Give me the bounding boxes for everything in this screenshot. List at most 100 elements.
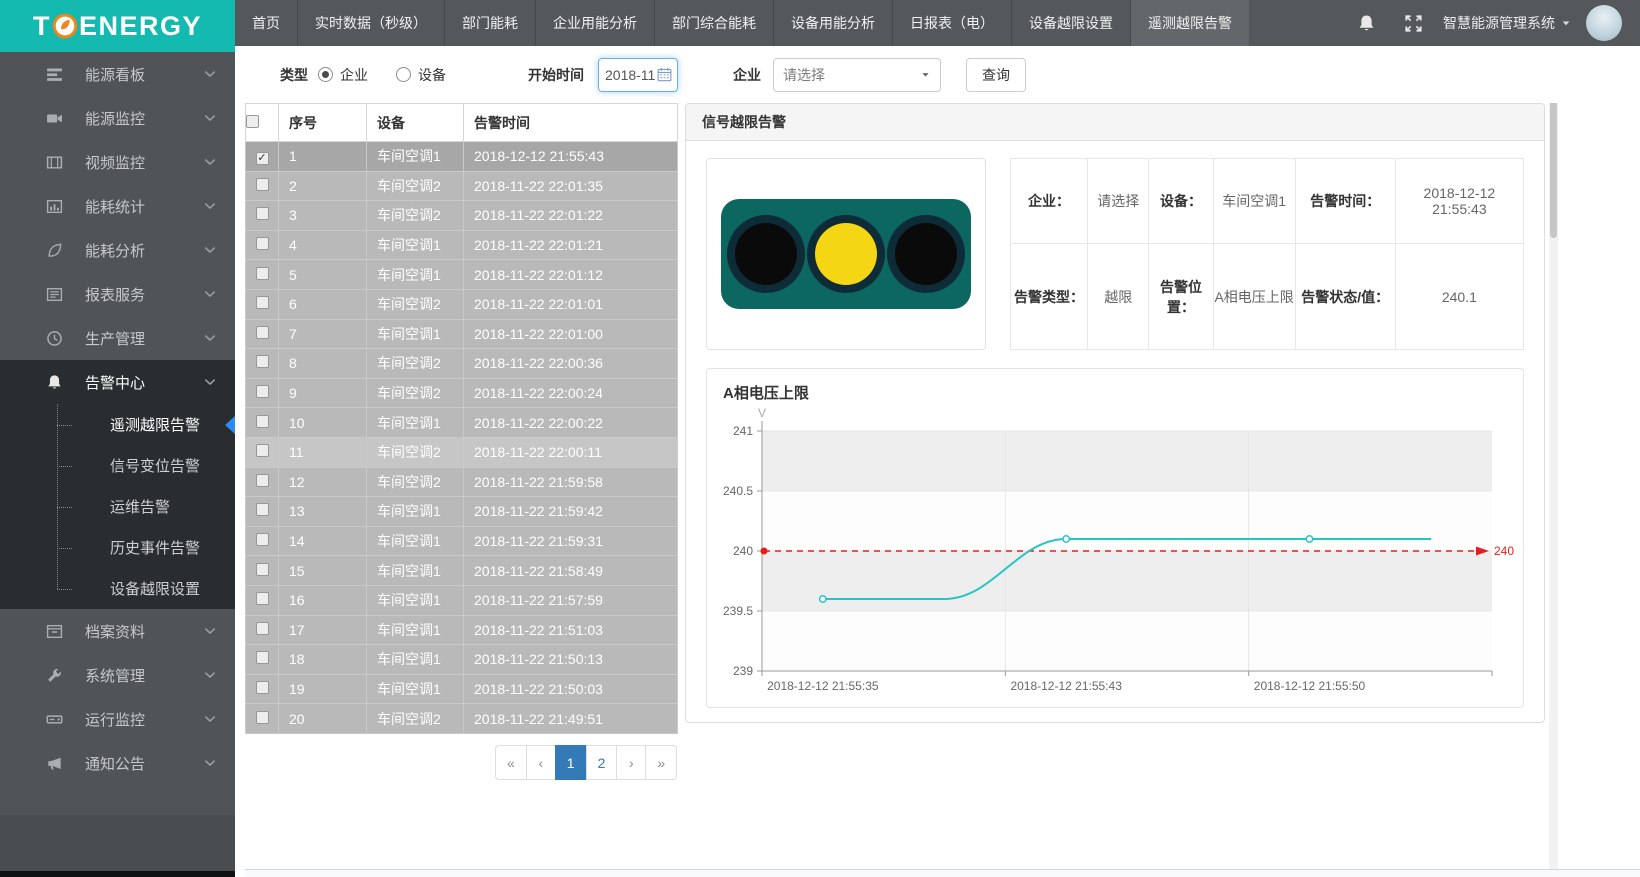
top-nav-item[interactable]: 部门能耗: [445, 0, 536, 46]
sidebar-item-label: 能源监控: [85, 108, 145, 129]
table-row[interactable]: 3车间空调22018-11-22 22:01:22: [246, 201, 678, 231]
pagination-page[interactable]: 2: [586, 745, 618, 780]
sidebar-item[interactable]: 运行监控: [0, 697, 235, 741]
sidebar-subitem[interactable]: 运维告警: [0, 486, 235, 527]
sidebar-item[interactable]: 能耗分析: [0, 228, 235, 272]
sidebar-subitem[interactable]: 历史事件告警: [0, 527, 235, 568]
sidebar-item[interactable]: 能源看板: [0, 52, 235, 96]
table-row[interactable]: 8车间空调22018-11-22 22:00:36: [246, 349, 678, 379]
row-checkbox[interactable]: [256, 651, 269, 664]
sidebar-item[interactable]: 报表服务: [0, 272, 235, 316]
table-row[interactable]: 15车间空调12018-11-22 21:58:49: [246, 556, 678, 586]
table-row[interactable]: 10车间空调12018-11-22 22:00:22: [246, 408, 678, 438]
sidebar-item[interactable]: 生产管理: [0, 316, 235, 360]
top-nav-item[interactable]: 遥测越限告警: [1131, 0, 1250, 46]
panel-title: 信号越限告警: [686, 104, 1544, 141]
row-checkbox[interactable]: [256, 533, 269, 546]
row-checkbox[interactable]: ✓: [256, 152, 269, 165]
type-radio-enterprise[interactable]: 企业: [318, 65, 368, 85]
enterprise-select[interactable]: 请选择: [773, 58, 941, 92]
sidebar-subitem[interactable]: 遥测越限告警: [0, 404, 235, 445]
table-row[interactable]: 12车间空调22018-11-22 21:59:58: [246, 467, 678, 497]
row-checkbox[interactable]: [256, 592, 269, 605]
row-checkbox[interactable]: [256, 355, 269, 368]
cell-time: 2018-11-22 22:01:00: [464, 319, 678, 349]
table-row[interactable]: 14车间空调12018-11-22 21:59:31: [246, 526, 678, 556]
sidebar-subitem[interactable]: 设备越限设置: [0, 568, 235, 609]
system-menu[interactable]: 智慧能源管理系统: [1443, 13, 1572, 33]
horizontal-scrollbar[interactable]: [245, 869, 1640, 877]
table-row[interactable]: 19车间空调12018-11-22 21:50:03: [246, 674, 678, 704]
pagination-arrow[interactable]: »: [645, 745, 677, 780]
top-nav-item[interactable]: 日报表（电）: [893, 0, 1012, 46]
table-row[interactable]: 13车间空调12018-11-22 21:59:42: [246, 497, 678, 527]
table-row[interactable]: 18车间空调12018-11-22 21:50:13: [246, 645, 678, 675]
avatar[interactable]: [1586, 5, 1622, 41]
top-nav-item[interactable]: 企业用能分析: [536, 0, 655, 46]
sidebar-item[interactable]: 告警中心: [0, 360, 235, 404]
top-nav-item[interactable]: 设备用能分析: [774, 0, 893, 46]
row-checkbox[interactable]: [256, 711, 269, 724]
fullscreen-icon[interactable]: [1404, 14, 1423, 33]
alarm-table: 序号 设备 告警时间 ✓1车间空调12018-12-12 21:55:432车间…: [245, 103, 678, 734]
row-checkbox[interactable]: [256, 474, 269, 487]
top-nav-item[interactable]: 设备越限设置: [1012, 0, 1131, 46]
top-nav-item[interactable]: 实时数据（秒级）: [298, 0, 445, 46]
row-checkbox[interactable]: [256, 237, 269, 250]
select-all-checkbox[interactable]: [246, 115, 259, 128]
sidebar-item[interactable]: 视频监控: [0, 140, 235, 184]
row-checkbox[interactable]: [256, 622, 269, 635]
sidebar-item[interactable]: 能耗统计: [0, 184, 235, 228]
vertical-scrollbar[interactable]: [1549, 46, 1558, 869]
table-header-row: 序号 设备 告警时间: [246, 104, 678, 142]
table-row[interactable]: 16车间空调12018-11-22 21:57:59: [246, 585, 678, 615]
row-checkbox[interactable]: [256, 267, 269, 280]
table-row[interactable]: 17车间空调12018-11-22 21:51:03: [246, 615, 678, 645]
sidebar-item[interactable]: 通知公告: [0, 741, 235, 785]
chevron-down-icon: [203, 243, 217, 257]
row-checkbox[interactable]: [256, 681, 269, 694]
row-checkbox[interactable]: [256, 503, 269, 516]
row-checkbox[interactable]: [256, 415, 269, 428]
calendar-icon[interactable]: [657, 67, 672, 82]
row-checkbox[interactable]: [256, 178, 269, 191]
table-row[interactable]: 6车间空调22018-11-22 22:01:01: [246, 289, 678, 319]
row-checkbox[interactable]: [256, 296, 269, 309]
row-checkbox[interactable]: [256, 444, 269, 457]
start-time-input[interactable]: [605, 67, 657, 83]
row-checkbox[interactable]: [256, 326, 269, 339]
table-row[interactable]: 5车间空调12018-11-22 22:01:12: [246, 260, 678, 290]
top-nav-item[interactable]: 首页: [235, 0, 298, 46]
sidebar-bottom-strip: [0, 871, 235, 877]
sidebar-item-label: 告警中心: [85, 372, 145, 393]
sidebar-item[interactable]: 能源监控: [0, 96, 235, 140]
table-row[interactable]: 2车间空调22018-11-22 22:01:35: [246, 171, 678, 201]
table-row[interactable]: 4车间空调12018-11-22 22:01:21: [246, 230, 678, 260]
row-checkbox[interactable]: [256, 207, 269, 220]
table-row[interactable]: 11车间空调22018-11-22 22:00:11: [246, 437, 678, 467]
table-row[interactable]: 7车间空调12018-11-22 22:01:00: [246, 319, 678, 349]
type-radio-device[interactable]: 设备: [396, 65, 446, 85]
radio-enterprise[interactable]: [318, 67, 333, 82]
search-button[interactable]: 查询: [966, 58, 1026, 92]
sidebar-item[interactable]: 档案资料: [0, 609, 235, 653]
top-nav-item[interactable]: 部门综合能耗: [655, 0, 774, 46]
start-time-field[interactable]: [598, 58, 678, 92]
sidebar-subitem[interactable]: 信号变位告警: [0, 445, 235, 486]
pagination-arrow[interactable]: ‹: [526, 745, 556, 780]
leaf-icon: [46, 242, 63, 259]
bell-icon[interactable]: [1357, 14, 1376, 33]
table-row[interactable]: ✓1车间空调12018-12-12 21:55:43: [246, 142, 678, 172]
cell-time: 2018-11-22 21:51:03: [464, 615, 678, 645]
row-checkbox[interactable]: [256, 563, 269, 576]
table-row[interactable]: 20车间空调22018-11-22 21:49:51: [246, 704, 678, 734]
radio-device[interactable]: [396, 67, 411, 82]
row-checkbox[interactable]: [256, 385, 269, 398]
pagination-page[interactable]: 1: [555, 745, 587, 780]
table-row[interactable]: 9车间空调22018-11-22 22:00:24: [246, 378, 678, 408]
pagination-arrow[interactable]: ›: [616, 745, 646, 780]
cell-time: 2018-11-22 22:01:21: [464, 230, 678, 260]
pagination-arrow[interactable]: «: [495, 745, 527, 780]
sidebar-item[interactable]: 系统管理: [0, 653, 235, 697]
pagination: «‹12›»: [495, 745, 677, 780]
